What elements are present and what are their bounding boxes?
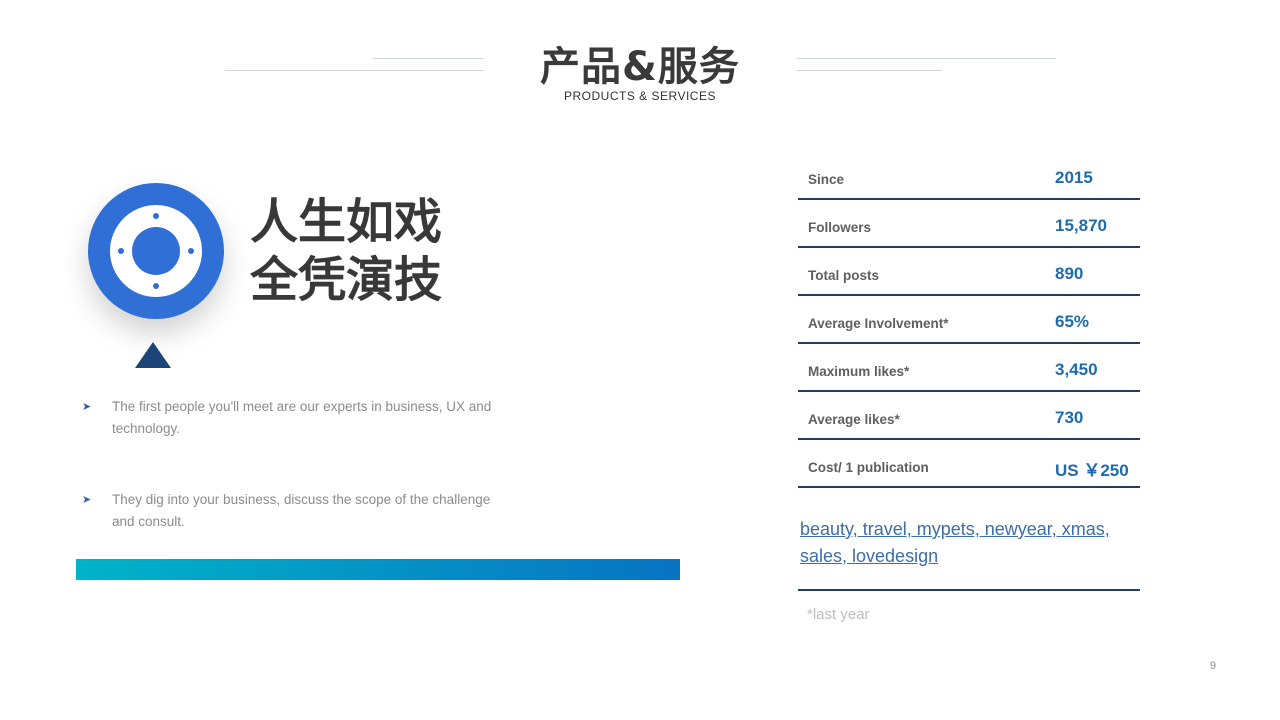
stat-label: Cost/ 1 publication xyxy=(808,460,929,475)
stat-label: Since xyxy=(808,172,845,187)
page-number: 9 xyxy=(1209,660,1216,672)
hashtags-link[interactable]: beauty, travel, mypets, newyear, xmas, s… xyxy=(800,516,1140,570)
stat-row-average-likes: Average likes* 730 xyxy=(798,392,1140,440)
stats-table: Since 2015 Followers 15,870 Total posts … xyxy=(798,152,1140,488)
pointer-triangle xyxy=(135,342,171,368)
arrow-bullet-icon: ➤ xyxy=(82,494,92,506)
stat-value: 730 xyxy=(1055,408,1084,427)
bullet-text: They dig into your business, discuss the… xyxy=(112,492,491,529)
stat-row-average-involvement: Average Involvement* 65% xyxy=(798,296,1140,344)
stat-value: 65% xyxy=(1055,312,1090,331)
stat-value: 2015 xyxy=(1055,168,1093,187)
arrow-bullet-icon: ➤ xyxy=(82,401,92,413)
stat-label: Average Involvement* xyxy=(808,316,949,331)
headline: 人生如戏 全凭演技 xyxy=(250,193,442,309)
headline-line-2: 全凭演技 xyxy=(250,252,443,308)
stat-row-maximum-likes: Maximum likes* 3,450 xyxy=(798,344,1140,392)
stat-label: Average likes* xyxy=(808,412,900,427)
stat-value: US ￥250 xyxy=(1055,461,1129,480)
gradient-bar xyxy=(76,559,680,580)
stat-row-total-posts: Total posts 890 xyxy=(798,248,1140,296)
stat-value: 15,870 xyxy=(1055,216,1107,235)
divider xyxy=(798,589,1140,591)
target-icon xyxy=(88,183,224,319)
page-title: 产品&服务 xyxy=(540,44,740,90)
stat-row-since: Since 2015 xyxy=(798,152,1140,200)
bullet-text: The first people you'll meet are our exp… xyxy=(112,399,492,436)
stat-label: Maximum likes* xyxy=(808,364,910,379)
footnote: *last year xyxy=(807,606,870,623)
stat-row-followers: Followers 15,870 xyxy=(798,200,1140,248)
stat-value: 3,450 xyxy=(1055,360,1098,379)
page-subtitle: PRODUCTS & SERVICES xyxy=(564,89,716,103)
stat-value: 890 xyxy=(1055,264,1084,283)
stat-label: Total posts xyxy=(808,268,880,283)
headline-line-1: 人生如戏 xyxy=(250,194,443,250)
stat-label: Followers xyxy=(808,220,872,235)
stat-row-cost-per-publication: Cost/ 1 publication US ￥250 xyxy=(798,440,1140,488)
